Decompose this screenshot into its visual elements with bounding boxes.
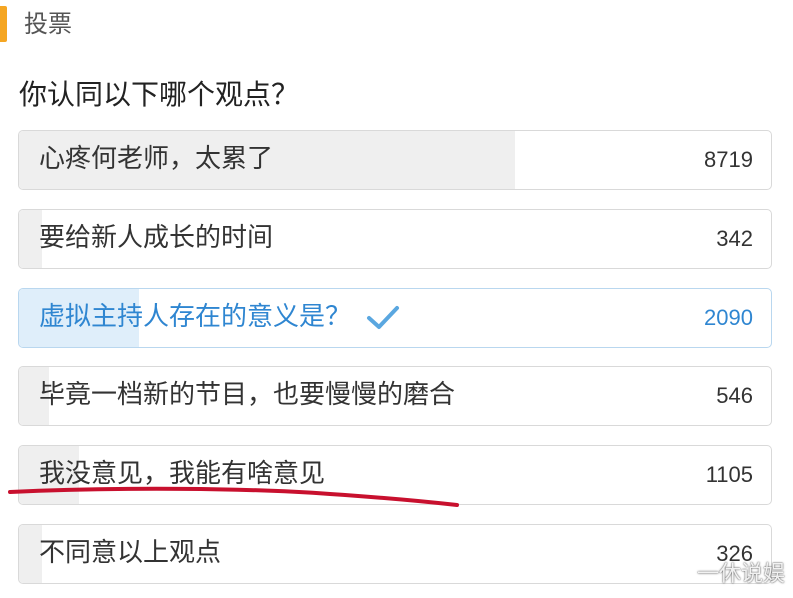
poll-option-5[interactable]: 我没意见，我能有啥意见 1105: [18, 445, 772, 505]
vote-count: 8719: [704, 147, 753, 172]
watermark: 一休说娱: [696, 562, 785, 587]
poll-header: 投票: [0, 0, 793, 44]
checkmark-icon: [367, 305, 400, 329]
vote-count: 546: [716, 383, 753, 408]
poll-option-2[interactable]: 要给新人成长的时间 342: [18, 209, 772, 269]
header-accent-bar: [0, 6, 7, 42]
option-label: 毕竟一档新的节目，也要慢慢的磨合: [39, 380, 456, 410]
poll-option-4[interactable]: 毕竟一档新的节目，也要慢慢的磨合 546: [18, 366, 772, 426]
option-label: 要给新人成长的时间: [39, 223, 274, 253]
vote-count: 342: [716, 226, 753, 251]
poll-option-6[interactable]: 不同意以上观点 326: [18, 524, 772, 584]
option-label: 我没意见，我能有啥意见: [39, 459, 326, 489]
option-label: 虚拟主持人存在的意义是？: [39, 289, 401, 346]
option-label: 不同意以上观点: [39, 538, 222, 568]
poll-question: 你认同以下哪个观点？: [19, 78, 300, 111]
poll-option-3-selected[interactable]: 虚拟主持人存在的意义是？ 2090: [18, 288, 772, 348]
vote-count: 1105: [705, 462, 753, 487]
option-label: 心疼何老师，太累了: [39, 144, 274, 174]
poll-option-1[interactable]: 心疼何老师，太累了 8719: [18, 130, 772, 190]
vote-count: 2090: [704, 305, 753, 330]
header-title: 投票: [24, 10, 72, 38]
